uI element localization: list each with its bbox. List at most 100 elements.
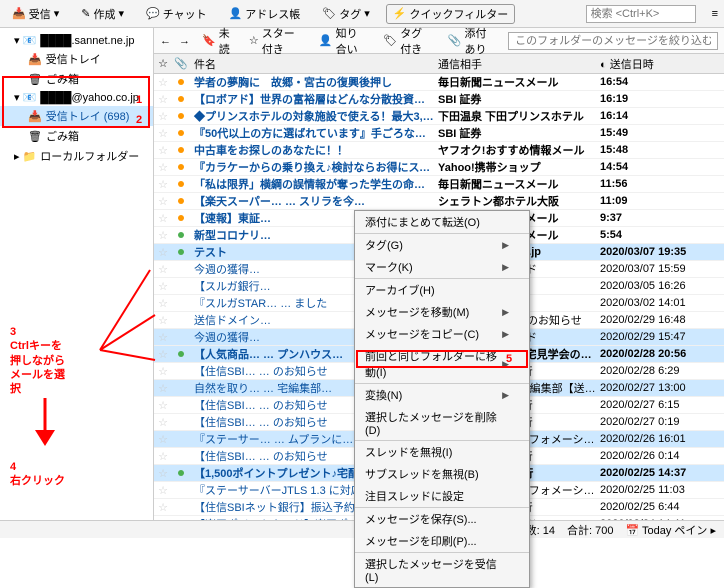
context-menu-item[interactable]: 変換(N)▶ bbox=[355, 383, 529, 406]
context-menu-item[interactable]: メッセージをコピー(C)▶ bbox=[355, 323, 529, 345]
context-menu-item[interactable]: サブスレッドを無視(B) bbox=[355, 463, 529, 485]
star-icon[interactable]: ☆ bbox=[154, 331, 172, 344]
star-icon[interactable]: ☆ bbox=[154, 433, 172, 446]
date-cell: 2020/02/27 0:19 bbox=[596, 416, 724, 428]
folder-search-input[interactable] bbox=[508, 32, 718, 50]
status-dot bbox=[172, 348, 190, 360]
star-icon[interactable]: ☆ bbox=[154, 297, 172, 310]
star-icon[interactable]: ☆ bbox=[154, 229, 172, 242]
date-cell: 11:56 bbox=[596, 178, 724, 190]
context-menu-item[interactable]: メッセージを移動(M)▶ bbox=[355, 301, 529, 323]
star-icon[interactable]: ☆ bbox=[154, 195, 172, 208]
correspondent-cell: 下田温泉 下田プリンスホテル bbox=[434, 108, 596, 124]
message-row[interactable]: ☆ 【楽天スーパー… … スリラを今…シェラトン都ホテル大阪11:09 bbox=[154, 193, 724, 210]
date-cell: 2020/02/29 16:48 bbox=[596, 314, 724, 326]
annotation-2: 2 bbox=[136, 114, 142, 126]
address-button[interactable]: 👤 アドレス帳 bbox=[223, 4, 307, 24]
annotation-5: 5 bbox=[506, 353, 512, 365]
subject-cell: 中古車をお探しのあなたに！！ bbox=[190, 142, 434, 158]
receive-button[interactable]: 📥 受信 ▾ bbox=[6, 4, 65, 24]
date-cell: 16:19 bbox=[596, 93, 724, 105]
star-icon[interactable]: ☆ bbox=[154, 467, 172, 480]
star-icon[interactable]: ☆ bbox=[154, 365, 172, 378]
star-icon[interactable]: ☆ bbox=[154, 144, 172, 157]
star-icon[interactable]: ☆ bbox=[154, 212, 172, 225]
context-menu-item[interactable]: 注目スレッドに設定 bbox=[355, 485, 529, 507]
context-menu-item[interactable]: 添付にまとめて転送(O) bbox=[355, 211, 529, 233]
star-icon[interactable]: ☆ bbox=[154, 76, 172, 89]
date-cell: 2020/03/07 19:35 bbox=[596, 246, 724, 258]
create-button[interactable]: ✎ 作成 ▾ bbox=[75, 4, 130, 24]
star-icon[interactable]: ☆ bbox=[154, 161, 172, 174]
star-icon[interactable]: ☆ bbox=[154, 484, 172, 497]
message-row[interactable]: ☆【ロボアド】世界の富裕層はどんな分散投資をしている？SBI 証券16:19 bbox=[154, 91, 724, 108]
context-menu-item[interactable]: メッセージを印刷(P)... bbox=[355, 530, 529, 552]
star-icon[interactable]: ☆ bbox=[154, 263, 172, 276]
trash-1[interactable]: 🗑 ごみ箱 bbox=[0, 69, 153, 89]
status-dot bbox=[172, 110, 190, 122]
correspondent-cell: ヤフオク!おすすめ情報メール bbox=[434, 142, 596, 158]
message-row[interactable]: ☆学者の夢胸に 故郷・宮古の復興後押し毎日新聞ニュースメール16:54 bbox=[154, 74, 724, 91]
message-row[interactable]: ☆『カラケーからの乗り換え♪検討ならお得にスマホに乗り換え！…Yahoo!携帯シ… bbox=[154, 159, 724, 176]
local-folders[interactable]: ▸ 📁 ローカルフォルダー bbox=[0, 146, 153, 166]
subject-cell: 『カラケーからの乗り換え♪検討ならお得にスマホに乗り換え！… bbox=[190, 159, 434, 175]
star-icon[interactable]: ☆ bbox=[154, 399, 172, 412]
star-icon[interactable]: ☆ bbox=[154, 178, 172, 191]
chat-button[interactable]: 💬 チャット bbox=[140, 4, 213, 24]
date-cell: 2020/02/25 6:44 bbox=[596, 501, 724, 513]
correspondent-cell: シェラトン都ホテル大阪 bbox=[434, 193, 596, 209]
tag-button[interactable]: 🏷 タグ ▾ bbox=[316, 4, 376, 24]
context-menu-item[interactable]: スレッドを無視(I) bbox=[355, 440, 529, 463]
star-icon[interactable]: ☆ bbox=[154, 280, 172, 293]
account-1[interactable]: ▾ 📧 ████.sannet.ne.jp bbox=[0, 32, 153, 49]
date-cell: 15:49 bbox=[596, 127, 724, 139]
context-menu-item[interactable]: 前回と同じフォルダーに移動(I)▶ bbox=[355, 345, 529, 383]
fwd-icon[interactable]: → bbox=[179, 35, 190, 47]
star-icon[interactable]: ☆ bbox=[154, 518, 172, 521]
account-2[interactable]: ▾ 📧 ████@yahoo.co.jp bbox=[0, 89, 153, 106]
status-dot bbox=[172, 93, 190, 105]
star-icon[interactable]: ☆ bbox=[154, 348, 172, 361]
star-icon[interactable]: ☆ bbox=[154, 501, 172, 514]
quickfilter-button[interactable]: ⚡ クイックフィルター bbox=[386, 4, 515, 24]
menu-icon[interactable]: ≡ bbox=[712, 8, 718, 20]
date-cell: 2020/02/27 13:00 bbox=[596, 382, 724, 394]
context-menu-item[interactable]: 選択したメッセージを受信(L) bbox=[355, 552, 529, 587]
context-menu[interactable]: 添付にまとめて転送(O)タグ(G)▶マーク(K)▶アーカイブ(H)メッセージを移… bbox=[354, 210, 530, 588]
trash-2[interactable]: 🗑 ごみ箱 bbox=[0, 126, 153, 146]
date-cell: 2020/02/29 15:47 bbox=[596, 331, 724, 343]
context-menu-item[interactable]: タグ(G)▶ bbox=[355, 233, 529, 256]
date-cell: 11:09 bbox=[596, 195, 724, 207]
date-cell: 2020/03/02 14:01 bbox=[596, 297, 724, 309]
status-dot bbox=[172, 178, 190, 190]
correspondent-cell: 毎日新聞ニュースメール bbox=[434, 74, 596, 90]
inbox-2[interactable]: 📥 受信トレイ (698) bbox=[0, 106, 153, 126]
subject-cell: 『50代以上の方に選ばれています』手ごろな保険で、万が一に備… bbox=[190, 125, 434, 141]
subject-cell: 【ロボアド】世界の富裕層はどんな分散投資をしている？ bbox=[190, 91, 434, 107]
inbox-1[interactable]: 📥 受信トレイ bbox=[0, 49, 153, 69]
subject-cell: 【楽天スーパー… … スリラを今… bbox=[190, 193, 434, 209]
star-icon[interactable]: ☆ bbox=[154, 127, 172, 140]
star-icon[interactable]: ☆ bbox=[154, 246, 172, 259]
message-row[interactable]: ☆◆プリンスホテルの対象施設で使える！最大3,000円割引クー…下田温泉 下田プ… bbox=[154, 108, 724, 125]
star-icon[interactable]: ☆ bbox=[154, 110, 172, 123]
context-menu-item[interactable]: マーク(K)▶ bbox=[355, 256, 529, 278]
date-cell: 2020/02/26 0:14 bbox=[596, 450, 724, 462]
star-icon[interactable]: ☆ bbox=[154, 93, 172, 106]
message-row[interactable]: ☆「私は限界」横綱の誤情報が奪った学生の命【3月9日昼】毎日新聞ニュースメール1… bbox=[154, 176, 724, 193]
star-icon[interactable]: ☆ bbox=[154, 314, 172, 327]
context-menu-item[interactable]: 選択したメッセージを削除(D) bbox=[355, 406, 529, 440]
star-icon[interactable]: ☆ bbox=[154, 450, 172, 463]
status-dot bbox=[172, 467, 190, 479]
star-icon[interactable]: ☆ bbox=[154, 416, 172, 429]
back-icon[interactable]: ← bbox=[160, 35, 171, 47]
date-cell: 2020/02/26 16:01 bbox=[596, 433, 724, 445]
global-search-input[interactable] bbox=[586, 5, 696, 23]
message-row[interactable]: ☆中古車をお探しのあなたに！！ヤフオク!おすすめ情報メール15:48 bbox=[154, 142, 724, 159]
status-dot bbox=[172, 144, 190, 156]
context-menu-item[interactable]: メッセージを保存(S)... bbox=[355, 507, 529, 530]
message-row[interactable]: ☆『50代以上の方に選ばれています』手ごろな保険で、万が一に備…SBI 証券15… bbox=[154, 125, 724, 142]
context-menu-item[interactable]: アーカイブ(H) bbox=[355, 278, 529, 301]
annotation-1: 1 bbox=[136, 94, 142, 106]
star-icon[interactable]: ☆ bbox=[154, 382, 172, 395]
